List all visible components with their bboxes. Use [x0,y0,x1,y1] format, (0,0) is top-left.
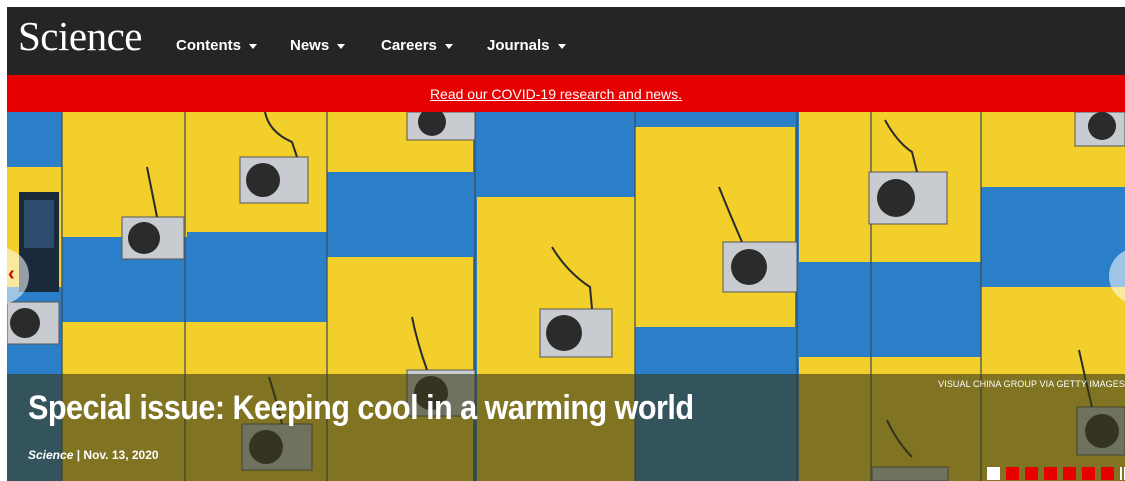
covid-link[interactable]: Read our COVID-19 research and news. [430,86,682,102]
chevron-left-icon: ‹ [8,263,15,285]
nav-journals[interactable]: Journals [487,37,566,54]
nav-label: News [290,37,330,54]
hero-byline: Science | Nov. 13, 2020 [28,448,159,462]
chevron-down-icon [249,44,257,49]
nav-careers[interactable]: Careers [381,37,453,54]
science-logo[interactable]: Science [18,12,142,60]
carousel-dot-6[interactable] [1082,467,1095,480]
chevron-down-icon [557,44,566,49]
carousel-dot-2[interactable] [1006,467,1019,480]
photo-credit: VISUAL CHINA GROUP VIA GETTY IMAGES [938,379,1125,389]
hero-carousel: VISUAL CHINA GROUP VIA GETTY IMAGES Spec… [7,112,1125,481]
page-frame: Science Contents News Careers Journals R… [7,7,1125,481]
site-header: Science Contents News Careers Journals [7,7,1125,75]
carousel-indicators [987,467,1125,480]
nav-news[interactable]: News [290,37,346,54]
pause-icon[interactable] [1120,467,1125,480]
hero-headline[interactable]: Special issue: Keeping cool in a warming… [28,389,694,428]
chevron-down-icon [444,44,453,49]
chevron-down-icon [337,44,346,49]
byline-date: | Nov. 13, 2020 [73,448,159,462]
byline-journal: Science [28,448,74,462]
nav-contents[interactable]: Contents [176,37,257,54]
carousel-dot-4[interactable] [1044,467,1057,480]
carousel-dot-5[interactable] [1063,467,1076,480]
nav-label: Journals [487,37,550,54]
carousel-dot-3[interactable] [1025,467,1038,480]
nav-label: Careers [381,37,437,54]
carousel-dot-1[interactable] [987,467,1000,480]
nav-label: Contents [176,37,241,54]
carousel-dot-7[interactable] [1101,467,1114,480]
covid-alert-bar: Read our COVID-19 research and news. [7,75,1125,112]
